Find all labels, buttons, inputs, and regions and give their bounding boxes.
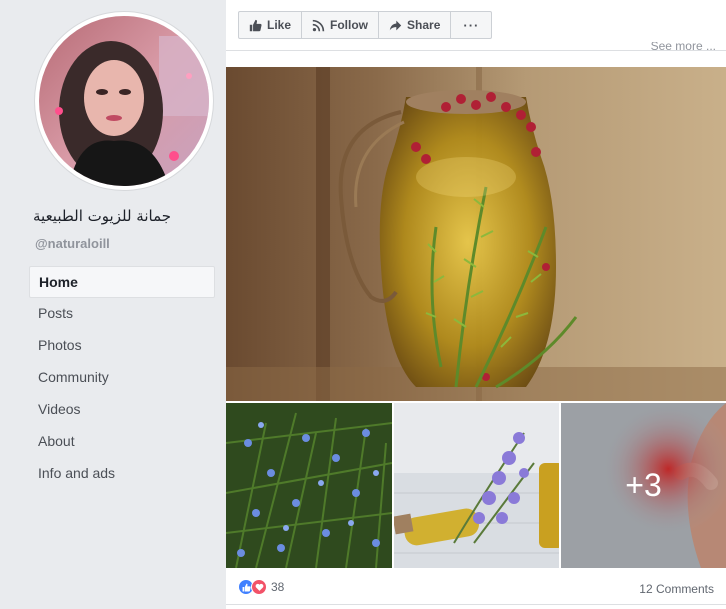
reaction-count: 38	[271, 580, 285, 594]
like-label: Like	[267, 18, 292, 32]
main-content: Like Follow Share ··· See more ... +3 38…	[226, 0, 726, 609]
divider	[226, 604, 726, 605]
sidebar-item-about[interactable]: About	[29, 426, 215, 458]
photo-thumbnail-rosemary-oil[interactable]	[394, 403, 559, 568]
follow-label: Follow	[330, 18, 369, 32]
page-handle: @naturaloill	[35, 236, 110, 251]
like-button[interactable]: Like	[239, 12, 303, 38]
more-dots-icon: ···	[463, 17, 480, 33]
rss-feed-icon	[312, 19, 325, 31]
sidebar-item-photos[interactable]: Photos	[29, 330, 215, 362]
more-photos-count[interactable]: +3	[561, 403, 726, 568]
sidebar-item-community[interactable]: Community	[29, 362, 215, 394]
sidebar: جمانة للزيوت الطبيعية @naturaloill Home …	[0, 0, 226, 609]
profile-picture[interactable]	[35, 12, 213, 190]
page-action-toolbar: Like Follow Share ···	[238, 11, 493, 39]
photo-thumbnail-rosemary-bush[interactable]	[226, 403, 392, 568]
thumbs-up-icon	[249, 19, 262, 31]
comments-link[interactable]: 12 Comments	[639, 582, 714, 596]
reaction-summary[interactable]: 38	[238, 579, 284, 595]
sidebar-item-info-and-ads[interactable]: Info and ads	[29, 458, 215, 490]
share-button[interactable]: Share	[379, 12, 452, 38]
love-reaction-icon	[251, 579, 267, 595]
sidebar-item-videos[interactable]: Videos	[29, 394, 215, 426]
sidebar-item-posts[interactable]: Posts	[29, 298, 215, 330]
post-main-photo[interactable]	[226, 67, 726, 401]
post-photo-grid: +3	[226, 403, 726, 568]
share-label: Share	[407, 18, 441, 32]
page-name[interactable]: جمانة للزيوت الطبيعية	[33, 207, 213, 225]
photo-thumbnail-more[interactable]: +3	[561, 403, 726, 568]
share-arrow-icon	[389, 20, 402, 30]
sidebar-item-home[interactable]: Home	[29, 266, 215, 298]
follow-button[interactable]: Follow	[302, 12, 380, 38]
avatar	[39, 16, 209, 186]
more-options-button[interactable]: ···	[451, 12, 491, 38]
divider	[226, 50, 726, 51]
sidebar-nav: Home Posts Photos Community Videos About…	[29, 266, 215, 490]
